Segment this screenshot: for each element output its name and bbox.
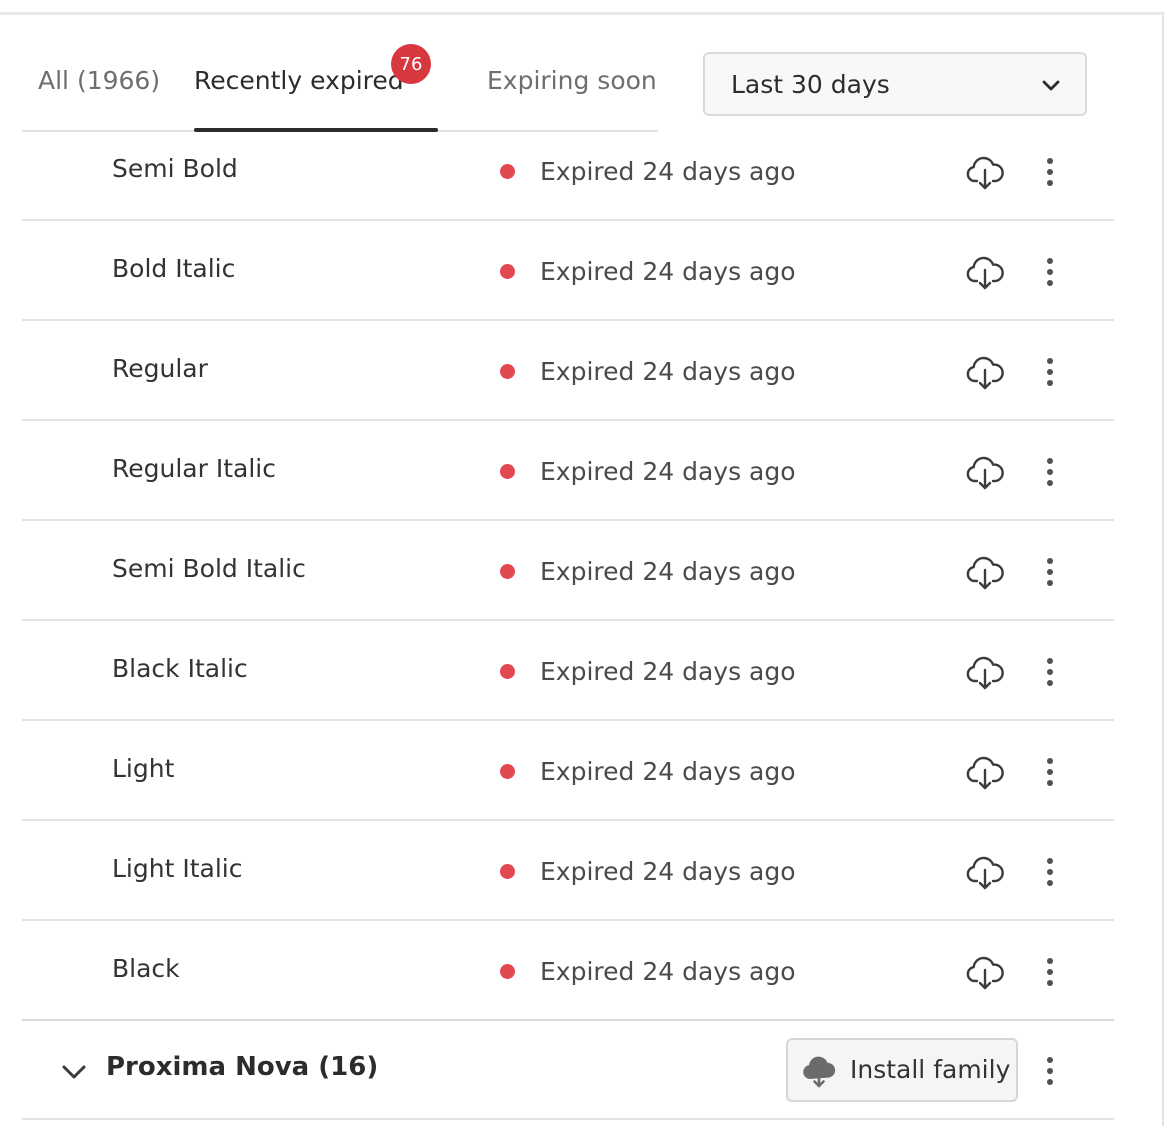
font-family-name: Proxima Nova (16)	[106, 1052, 379, 1082]
install-family-label: Install family	[850, 1055, 1011, 1084]
expired-status: Expired 24 days ago	[540, 457, 796, 486]
font-style-row: Regular Expired 24 days ago	[22, 321, 1114, 421]
font-style-row: Semi Bold Italic Expired 24 days ago	[22, 521, 1114, 621]
expired-status: Expired 24 days ago	[540, 557, 796, 586]
cloud-download-icon[interactable]	[964, 451, 1006, 493]
cloud-download-icon[interactable]	[964, 351, 1006, 393]
font-style-row: Light Italic Expired 24 days ago	[22, 821, 1114, 921]
expired-status: Expired 24 days ago	[540, 757, 796, 786]
status-dot-icon	[500, 464, 515, 479]
status-dot-icon	[500, 664, 515, 679]
chevron-down-icon[interactable]	[60, 1058, 88, 1086]
font-style-row: Black Italic Expired 24 days ago	[22, 621, 1114, 721]
cloud-download-icon[interactable]	[964, 651, 1006, 693]
font-style-list: Semi Bold Expired 24 days ago Bold Itali…	[22, 121, 1114, 1021]
expired-status: Expired 24 days ago	[540, 857, 796, 886]
status-dot-icon	[500, 364, 515, 379]
cloud-download-icon[interactable]	[964, 751, 1006, 793]
font-family-row: Proxima Nova (16) Install family	[22, 1020, 1114, 1120]
more-vertical-icon[interactable]	[1038, 551, 1062, 593]
more-vertical-icon[interactable]	[1038, 951, 1062, 993]
chevron-down-icon	[1042, 80, 1060, 91]
recently-expired-count-badge: 76	[391, 44, 431, 84]
font-style-row: Regular Italic Expired 24 days ago	[22, 421, 1114, 521]
status-dot-icon	[500, 564, 515, 579]
more-vertical-icon[interactable]	[1038, 351, 1062, 393]
font-style-name: Black	[112, 954, 180, 983]
more-vertical-icon[interactable]	[1038, 851, 1062, 893]
status-dot-icon	[500, 964, 515, 979]
cloud-download-icon[interactable]	[964, 251, 1006, 293]
more-vertical-icon[interactable]	[1038, 451, 1062, 493]
cloud-download-filled-icon	[803, 1056, 836, 1088]
font-style-name: Light	[112, 754, 175, 783]
status-dot-icon	[500, 864, 515, 879]
cloud-download-icon[interactable]	[964, 551, 1006, 593]
cloud-download-icon[interactable]	[964, 951, 1006, 993]
expired-status: Expired 24 days ago	[540, 157, 796, 186]
status-dot-icon	[500, 164, 515, 179]
right-divider	[1162, 12, 1164, 1126]
expired-status: Expired 24 days ago	[540, 357, 796, 386]
top-divider	[0, 12, 1164, 15]
font-style-name: Regular Italic	[112, 454, 276, 483]
font-style-name: Black Italic	[112, 654, 248, 683]
status-dot-icon	[500, 264, 515, 279]
more-vertical-icon[interactable]	[1038, 1050, 1062, 1092]
cloud-download-icon[interactable]	[964, 151, 1006, 193]
period-select[interactable]: Last 30 days	[703, 52, 1087, 116]
tab-recently-expired[interactable]: Recently expired	[194, 66, 404, 95]
font-style-name: Light Italic	[112, 854, 243, 883]
expired-status: Expired 24 days ago	[540, 657, 796, 686]
more-vertical-icon[interactable]	[1038, 751, 1062, 793]
period-select-value: Last 30 days	[731, 70, 890, 99]
more-vertical-icon[interactable]	[1038, 651, 1062, 693]
status-dot-icon	[500, 764, 515, 779]
font-style-name: Semi Bold Italic	[112, 554, 306, 583]
cloud-download-icon[interactable]	[964, 851, 1006, 893]
expired-status: Expired 24 days ago	[540, 957, 796, 986]
more-vertical-icon[interactable]	[1038, 251, 1062, 293]
font-style-name: Semi Bold	[112, 154, 238, 183]
font-style-row: Bold Italic Expired 24 days ago	[22, 221, 1114, 321]
tab-expiring-soon[interactable]: Expiring soon	[487, 66, 657, 95]
more-vertical-icon[interactable]	[1038, 151, 1062, 193]
tab-all[interactable]: All (1966)	[38, 66, 160, 95]
font-style-row: Black Expired 24 days ago	[22, 921, 1114, 1021]
install-family-button[interactable]: Install family	[786, 1038, 1018, 1102]
font-style-name: Regular	[112, 354, 208, 383]
font-style-row: Light Expired 24 days ago	[22, 721, 1114, 821]
tab-bar: All (1966) Recently expired 76 Expiring …	[22, 40, 658, 132]
font-style-name: Bold Italic	[112, 254, 236, 283]
font-style-row: Semi Bold Expired 24 days ago	[22, 121, 1114, 221]
expired-status: Expired 24 days ago	[540, 257, 796, 286]
